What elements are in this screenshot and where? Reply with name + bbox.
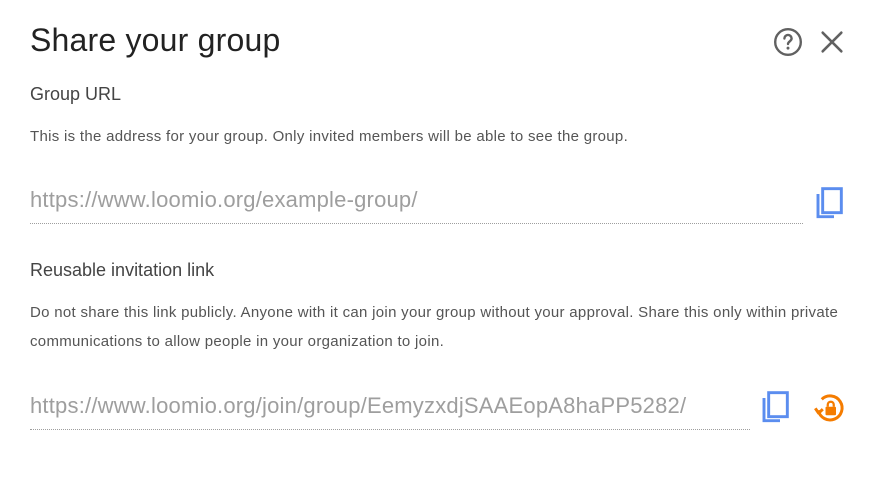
- group-url-description: This is the address for your group. Only…: [30, 128, 629, 145]
- invitation-link-field[interactable]: [30, 386, 750, 430]
- group-url-input[interactable]: [30, 180, 803, 220]
- invitation-link-input[interactable]: [30, 386, 750, 426]
- close-icon: [821, 31, 843, 53]
- help-button[interactable]: [772, 26, 804, 58]
- invitation-link-label: Reusable invitation link: [30, 260, 215, 280]
- invitation-link-description: Do not share this link publicly. Anyone …: [30, 304, 839, 350]
- reset-invitation-link-button[interactable]: [812, 390, 848, 426]
- copy-icon: [816, 187, 843, 219]
- group-url-label: Group URL: [30, 84, 122, 104]
- group-url-field[interactable]: [30, 180, 803, 224]
- share-group-dialog: Share your group Group URL This is the a…: [0, 0, 892, 486]
- copy-group-url-button[interactable]: [812, 186, 848, 222]
- close-button[interactable]: [816, 26, 848, 58]
- dialog-title: Share your group: [30, 22, 281, 58]
- dialog-header-actions: [772, 26, 848, 58]
- copy-icon: [762, 391, 789, 423]
- help-icon: [773, 27, 803, 57]
- lock-reset-icon: [814, 394, 844, 422]
- copy-invitation-link-button[interactable]: [758, 390, 794, 426]
